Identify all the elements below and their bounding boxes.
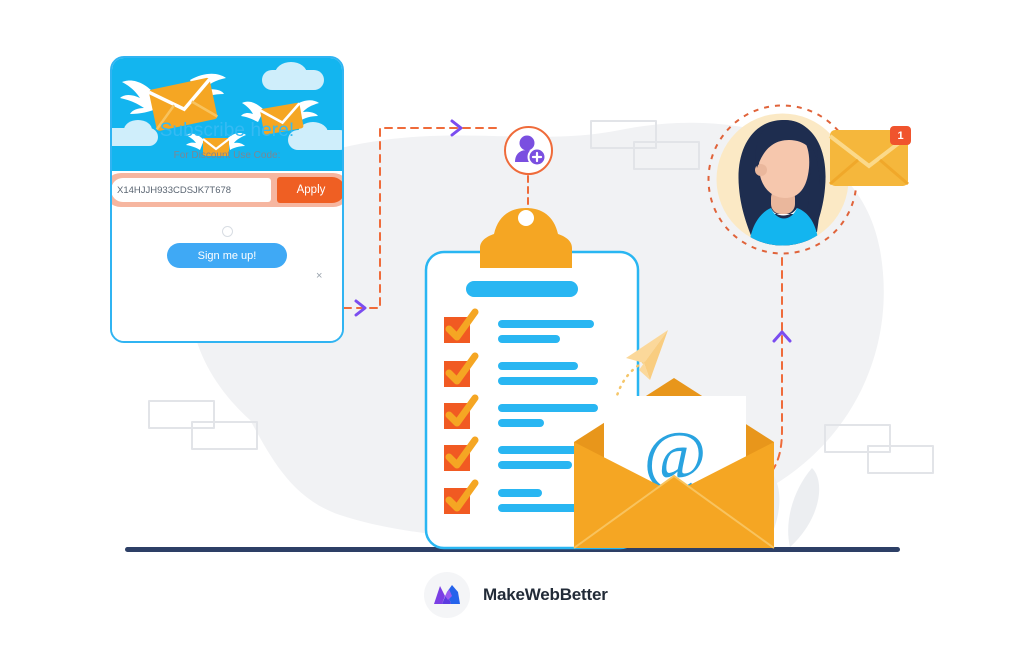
decor-rectangle: [191, 421, 258, 450]
consent-radio[interactable]: [222, 226, 233, 237]
coupon-field-group[interactable]: Apply: [112, 173, 342, 207]
coupon-input[interactable]: [112, 178, 271, 202]
cloud-icon: [275, 62, 307, 86]
decor-rectangle: [867, 445, 934, 474]
open-envelope-at: @: [573, 378, 775, 549]
brand-name: MakeWebBetter: [483, 585, 608, 604]
add-user-icon: [515, 135, 547, 167]
clipboard-title-bar: [466, 281, 578, 297]
popup-title: Subscribe here!: [159, 120, 295, 141]
close-icon[interactable]: ×: [316, 271, 322, 282]
logo-disc: [424, 572, 470, 618]
apply-button[interactable]: Apply: [277, 177, 342, 203]
clip-hole: [518, 210, 534, 226]
popup-subtitle: For Discount Use Code:: [173, 150, 281, 161]
add-user-badge[interactable]: [504, 126, 553, 175]
sign-me-up-button[interactable]: Sign me up!: [167, 243, 287, 268]
illustration-canvas: @ Subscribe here! For Discount Use Code:…: [0, 0, 1024, 647]
mail-count-badge: 1: [890, 126, 911, 145]
footer-brand: MakeWebBetter: [424, 572, 624, 618]
makewebbetter-logo-icon: [434, 585, 460, 604]
decor-rectangle: [633, 141, 700, 170]
subscribe-popup[interactable]: Subscribe here! For Discount Use Code: A…: [110, 56, 344, 343]
